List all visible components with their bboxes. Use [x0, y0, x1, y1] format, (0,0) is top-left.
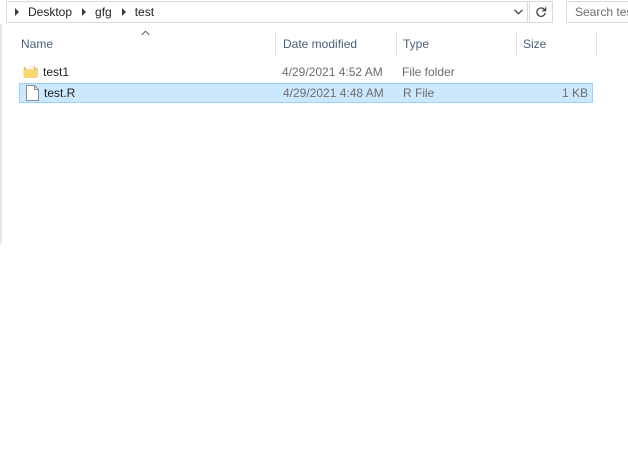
- column-date-modified[interactable]: Date modified: [276, 30, 396, 58]
- column-name[interactable]: Name: [14, 30, 275, 58]
- breadcrumb-desktop[interactable]: Desktop: [23, 5, 78, 19]
- type-cell: File folder: [402, 65, 455, 79]
- file-icon: [24, 85, 40, 101]
- file-name-cell[interactable]: test1: [23, 63, 69, 81]
- folder-icon: [23, 64, 39, 80]
- breadcrumb-separator-icon[interactable]: [11, 2, 23, 22]
- refresh-icon: [536, 7, 547, 17]
- type-cell: R File: [403, 86, 435, 100]
- file-name-cell[interactable]: test.R: [24, 84, 75, 102]
- column-divider[interactable]: [596, 32, 597, 56]
- column-type-label: Type: [403, 37, 430, 51]
- column-size[interactable]: Size: [516, 30, 596, 58]
- breadcrumb-test[interactable]: test: [130, 5, 160, 19]
- date-modified-cell: 4/29/2021 4:48 AM: [283, 86, 384, 100]
- address-bar-row: Desktop gfg test: [0, 0, 628, 24]
- address-history-dropdown[interactable]: [509, 2, 527, 22]
- navigation-pane-edge: [0, 24, 2, 244]
- column-header: Name Date modified Type Size: [14, 30, 614, 58]
- search-box[interactable]: [566, 1, 628, 23]
- column-date-modified-label: Date modified: [283, 37, 358, 51]
- breadcrumb-separator-icon[interactable]: [78, 2, 90, 22]
- search-input[interactable]: [575, 5, 628, 19]
- refresh-button[interactable]: [529, 1, 553, 23]
- file-name: test.R: [44, 86, 76, 100]
- column-size-label: Size: [523, 37, 547, 51]
- date-modified-cell: 4/29/2021 4:52 AM: [282, 65, 383, 79]
- breadcrumb-gfg[interactable]: gfg: [90, 5, 118, 19]
- size-cell: 1 KB: [561, 86, 588, 100]
- file-name: test1: [43, 65, 70, 79]
- column-type[interactable]: Type: [396, 30, 516, 58]
- chevron-down-icon: [513, 9, 523, 15]
- list-item[interactable]: test1 4/29/2021 4:52 AM File folder: [19, 63, 593, 83]
- list-item-selected[interactable]: test.R 4/29/2021 4:48 AM R File 1 KB: [19, 83, 593, 103]
- breadcrumb-separator-icon[interactable]: [118, 2, 130, 22]
- address-bar[interactable]: Desktop gfg test: [6, 1, 528, 23]
- column-name-label: Name: [21, 37, 54, 51]
